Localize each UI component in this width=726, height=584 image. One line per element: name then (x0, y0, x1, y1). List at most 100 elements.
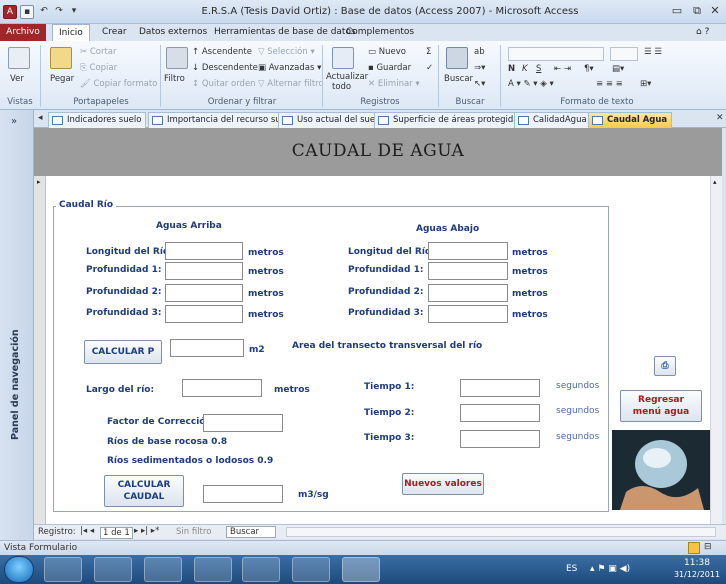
view-button[interactable]: Ver (10, 74, 24, 84)
search-record-box[interactable]: Buscar (226, 526, 276, 538)
redo-icon[interactable]: ↷ (52, 5, 66, 19)
factor-correccion-input[interactable] (203, 414, 283, 432)
layout-view-icon[interactable]: ⊟ (704, 542, 712, 552)
tab-datos-externos[interactable]: Datos externos (133, 24, 213, 41)
longitud-arriba-input[interactable] (165, 242, 243, 260)
filter-button[interactable]: Filtro (164, 74, 185, 84)
tab-caudal-agua[interactable]: Caudal Agua (588, 112, 673, 128)
tiempo2-input[interactable] (460, 404, 540, 422)
spelling-icon[interactable]: ✓ (426, 63, 433, 73)
save-form-button[interactable]: ⎙ (654, 356, 676, 376)
tab-importancia-recurso-suelo[interactable]: Importancia del recurso suelo (148, 112, 299, 128)
language-indicator[interactable]: ES (566, 564, 577, 574)
prof1-abajo-input[interactable] (428, 262, 508, 280)
font-color-button[interactable]: A ▾ ✎ ▾ ◈ ▾ (508, 79, 554, 89)
copy-button[interactable]: ⎘ Copiar (80, 63, 117, 73)
word-icon[interactable] (292, 557, 330, 582)
replace-icon[interactable]: ab (474, 47, 485, 57)
tab-superficie-areas-protegidas[interactable]: Superficie de áreas protegidas (374, 112, 528, 128)
toggle-filter-button[interactable]: ▽ Alternar filtro (258, 79, 324, 89)
indent-icon[interactable]: ⇤ ⇥ (554, 64, 571, 74)
access-app-icon[interactable]: A (3, 5, 17, 19)
goto-icon[interactable]: ⇒▾ (474, 63, 485, 73)
scroll-up-icon[interactable]: ▴ (713, 178, 717, 186)
calcular-caudal-button[interactable]: CALCULAR CAUDAL (104, 475, 184, 507)
italic-button[interactable]: K (522, 64, 528, 74)
prof3-abajo-input[interactable] (428, 305, 508, 323)
bold-button[interactable]: N (508, 64, 515, 74)
longitud-abajo-input[interactable] (428, 242, 508, 260)
restore-button[interactable]: ⧉ (688, 4, 706, 18)
first-record-icon[interactable]: |◂ ◂ (80, 526, 94, 536)
prof1-arriba-input[interactable] (165, 262, 243, 280)
tab-calidad-agua[interactable]: CalidadAgua (514, 112, 592, 128)
help-icon[interactable]: ⌂ ? (690, 24, 715, 41)
tab-complementos[interactable]: Complementos (340, 24, 420, 41)
next-record-icon[interactable]: ▸ ▸| ▸* (134, 526, 159, 536)
delete-record-button[interactable]: ✕ Eliminar ▾ (368, 79, 420, 89)
gridlines-icon[interactable]: ⊞▾ (640, 79, 651, 89)
prof2-abajo-input[interactable] (428, 284, 508, 302)
selection-button[interactable]: ▽ Selección ▾ (258, 47, 315, 57)
expand-nav-icon[interactable]: » (11, 116, 17, 127)
save-icon[interactable]: ▪ (20, 5, 34, 19)
font-name-dropdown[interactable] (508, 47, 604, 61)
advanced-button[interactable]: ▣ Avanzadas ▾ (258, 63, 321, 73)
tab-herramientas-bd[interactable]: Herramientas de base de datos (208, 24, 362, 41)
refresh-all-button[interactable]: Actualizar (326, 72, 368, 82)
access-taskbar-icon[interactable] (342, 557, 380, 582)
font-size-dropdown[interactable] (610, 47, 638, 61)
scroll-tabs-left-icon[interactable]: ◂ (38, 113, 43, 123)
prof3-arriba-input[interactable] (165, 305, 243, 323)
underline-button[interactable]: S (536, 64, 541, 74)
close-button[interactable]: ✕ (706, 4, 724, 18)
record-selector[interactable]: ▸ (34, 176, 46, 524)
align-icons[interactable]: ≡ ≡ ≡ (596, 79, 623, 89)
tray-icons[interactable]: ▴ ⚑ ▣ ◀) (590, 564, 630, 574)
tiempo1-input[interactable] (460, 379, 540, 397)
tiempo3-input[interactable] (460, 430, 540, 448)
nuevos-valores-button[interactable]: Nuevos valores (402, 473, 484, 495)
navigation-pane[interactable]: » Panel de navegación (0, 110, 34, 540)
customize-quick-access-icon[interactable]: ▾ (67, 5, 81, 19)
new-record-button[interactable]: ▭ Nuevo (368, 47, 406, 57)
tab-archivo[interactable]: Archivo (0, 24, 46, 41)
largo-rio-input[interactable] (182, 379, 262, 397)
paragraph-icon[interactable]: ¶▾ (584, 64, 594, 74)
format-painter-button[interactable]: 🖌 Copiar formato (80, 79, 157, 89)
paste-button[interactable]: Pegar (50, 74, 74, 84)
tab-indicadores-suelo[interactable]: Indicadores suelo (48, 112, 147, 128)
vertical-scrollbar[interactable]: ▴ (710, 176, 722, 524)
form-view-icon[interactable] (688, 542, 700, 554)
highlight-icon[interactable]: ▤▾ (612, 64, 624, 74)
save-record-button[interactable]: ▪ Guardar (368, 63, 411, 73)
file-explorer-icon[interactable] (94, 557, 132, 582)
caudal-result-input[interactable] (203, 485, 283, 503)
clear-sort-button[interactable]: ↕ Quitar orden (192, 79, 256, 89)
close-tab-icon[interactable]: ✕ (716, 113, 724, 123)
undo-icon[interactable]: ↶ (37, 5, 51, 19)
cut-button[interactable]: ✂ Cortar (80, 47, 117, 57)
list-icon[interactable]: ☰ ☰ (644, 47, 662, 57)
record-position-field[interactable]: 1 de 1 (100, 527, 133, 539)
sort-descending-button[interactable]: ↓ Descendente (192, 63, 258, 73)
prof2-arriba-input[interactable] (165, 284, 243, 302)
find-button[interactable]: Buscar (444, 74, 473, 84)
tab-uso-actual-suelo[interactable]: Uso actual del suelo (278, 112, 388, 128)
totals-icon[interactable]: Σ (426, 47, 431, 57)
calcular-p-button[interactable]: CALCULAR P (84, 340, 162, 364)
select-icon[interactable]: ↖▾ (474, 79, 485, 89)
tab-inicio[interactable]: Inicio (52, 24, 90, 41)
regresar-menu-agua-button[interactable]: Regresar menú agua (620, 390, 702, 422)
internet-explorer-icon[interactable] (44, 557, 82, 582)
horizontal-scrollbar[interactable] (286, 527, 716, 537)
media-player-icon[interactable] (144, 557, 182, 582)
start-button[interactable] (4, 556, 34, 583)
area-result-input[interactable] (170, 339, 244, 357)
messenger-icon[interactable] (242, 557, 280, 582)
minimize-button[interactable]: ▭ (668, 4, 686, 18)
skype-icon[interactable] (194, 557, 232, 582)
no-filter-indicator[interactable]: Sin filtro (176, 527, 211, 537)
sort-ascending-button[interactable]: ↑ Ascendente (192, 47, 252, 57)
tab-crear[interactable]: Crear (96, 24, 133, 41)
